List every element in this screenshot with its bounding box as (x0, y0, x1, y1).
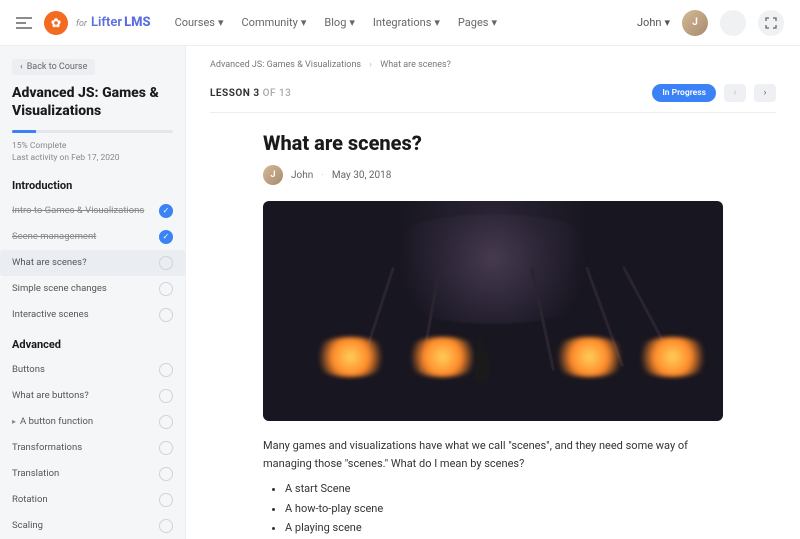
circle-icon (159, 415, 173, 429)
status-badge: In Progress (652, 84, 716, 102)
section-introduction: Introduction (12, 179, 173, 192)
publish-date: May 30, 2018 (332, 170, 391, 181)
circle-icon (159, 519, 173, 533)
circle-icon (159, 256, 173, 270)
lesson-item[interactable]: Rotation (12, 487, 173, 513)
fullscreen-icon[interactable] (758, 10, 784, 36)
circle-icon (159, 441, 173, 455)
article-title: What are scenes? (263, 131, 723, 155)
sidebar: ‹ Back to Course Advanced JS: Games & Vi… (0, 46, 186, 539)
section-advanced: Advanced (12, 338, 173, 351)
main-content: Advanced JS: Games & Visualizations › Wh… (186, 46, 800, 539)
next-lesson-button[interactable]: › (754, 84, 776, 102)
chevron-left-icon: ‹ (20, 62, 23, 72)
primary-nav: Courses▾ Community▾ Blog▾ Integrations▾ … (175, 16, 497, 29)
nav-blog[interactable]: Blog▾ (324, 16, 355, 29)
lesson-number: LESSON 3 OF 13 (210, 88, 291, 99)
lesson-item[interactable]: What are buttons? (12, 383, 173, 409)
back-to-course-button[interactable]: ‹ Back to Course (12, 59, 95, 75)
topbar: ✿ for Lifter LMS Courses▾ Community▾ Blo… (0, 0, 800, 46)
theme-toggle-icon[interactable] (720, 10, 746, 36)
nav-courses[interactable]: Courses▾ (175, 16, 224, 29)
circle-icon (159, 467, 173, 481)
chevron-down-icon: ▾ (301, 16, 307, 29)
byline: J John · May 30, 2018 (263, 165, 723, 185)
lesson-item[interactable]: Simple scene changes (12, 276, 173, 302)
chevron-down-icon: ▾ (349, 16, 355, 29)
circle-icon (159, 308, 173, 322)
lesson-bar: LESSON 3 OF 13 In Progress ‹ › (210, 84, 776, 113)
prev-lesson-button[interactable]: ‹ (724, 84, 746, 102)
chevron-down-icon: ▾ (491, 16, 497, 29)
breadcrumb-course[interactable]: Advanced JS: Games & Visualizations (210, 60, 361, 70)
menu-toggle-icon[interactable] (16, 17, 32, 29)
breadcrumb-separator-icon: › (369, 60, 372, 70)
user-avatar[interactable]: J (682, 10, 708, 36)
nav-integrations[interactable]: Integrations▾ (373, 16, 440, 29)
author-name[interactable]: John (291, 170, 313, 181)
check-icon: ✓ (159, 204, 173, 218)
circle-icon (159, 363, 173, 377)
chevron-down-icon: ▾ (434, 16, 440, 29)
lesson-item-active[interactable]: What are scenes? (0, 250, 185, 276)
progress-bar (12, 130, 173, 133)
lesson-item[interactable]: Translation (12, 461, 173, 487)
caret-right-icon: ▸ (12, 417, 16, 426)
progress-meta: 15% Complete Last activity on Feb 17, 20… (12, 141, 173, 165)
brand-logo-icon: ✿ (44, 11, 68, 35)
user-menu[interactable]: John▾ (637, 16, 670, 29)
author-avatar: J (263, 165, 283, 185)
check-icon: ✓ (159, 230, 173, 244)
separator-dot-icon: · (321, 170, 324, 181)
article: What are scenes? J John · May 30, 2018 M… (263, 131, 723, 539)
lesson-item[interactable]: Buttons (12, 357, 173, 383)
brand[interactable]: ✿ for Lifter LMS (44, 11, 151, 35)
lesson-item[interactable]: Intro to Games & Visualizations✓ (12, 198, 173, 224)
chevron-down-icon: ▾ (218, 16, 224, 29)
lesson-item[interactable]: Scaling (12, 513, 173, 539)
article-body: Many games and visualizations have what … (263, 437, 723, 539)
lesson-item[interactable]: Transformations (12, 435, 173, 461)
nav-pages[interactable]: Pages▾ (458, 16, 497, 29)
course-title: Advanced JS: Games & Visualizations (12, 85, 173, 120)
lesson-item[interactable]: Scene management✓ (12, 224, 173, 250)
progress-fill (12, 130, 36, 133)
hero-image (263, 201, 723, 421)
lesson-item[interactable]: Interactive scenes (12, 302, 173, 328)
nav-community[interactable]: Community▾ (242, 16, 307, 29)
brand-text: for Lifter LMS (76, 15, 151, 30)
circle-icon (159, 389, 173, 403)
breadcrumb: Advanced JS: Games & Visualizations › Wh… (210, 60, 776, 70)
circle-icon (159, 282, 173, 296)
breadcrumb-lesson: What are scenes? (380, 60, 451, 70)
circle-icon (159, 493, 173, 507)
lesson-item-expandable[interactable]: ▸A button function (12, 409, 173, 435)
chevron-down-icon: ▾ (664, 16, 670, 29)
user-area: John▾ J (637, 10, 784, 36)
